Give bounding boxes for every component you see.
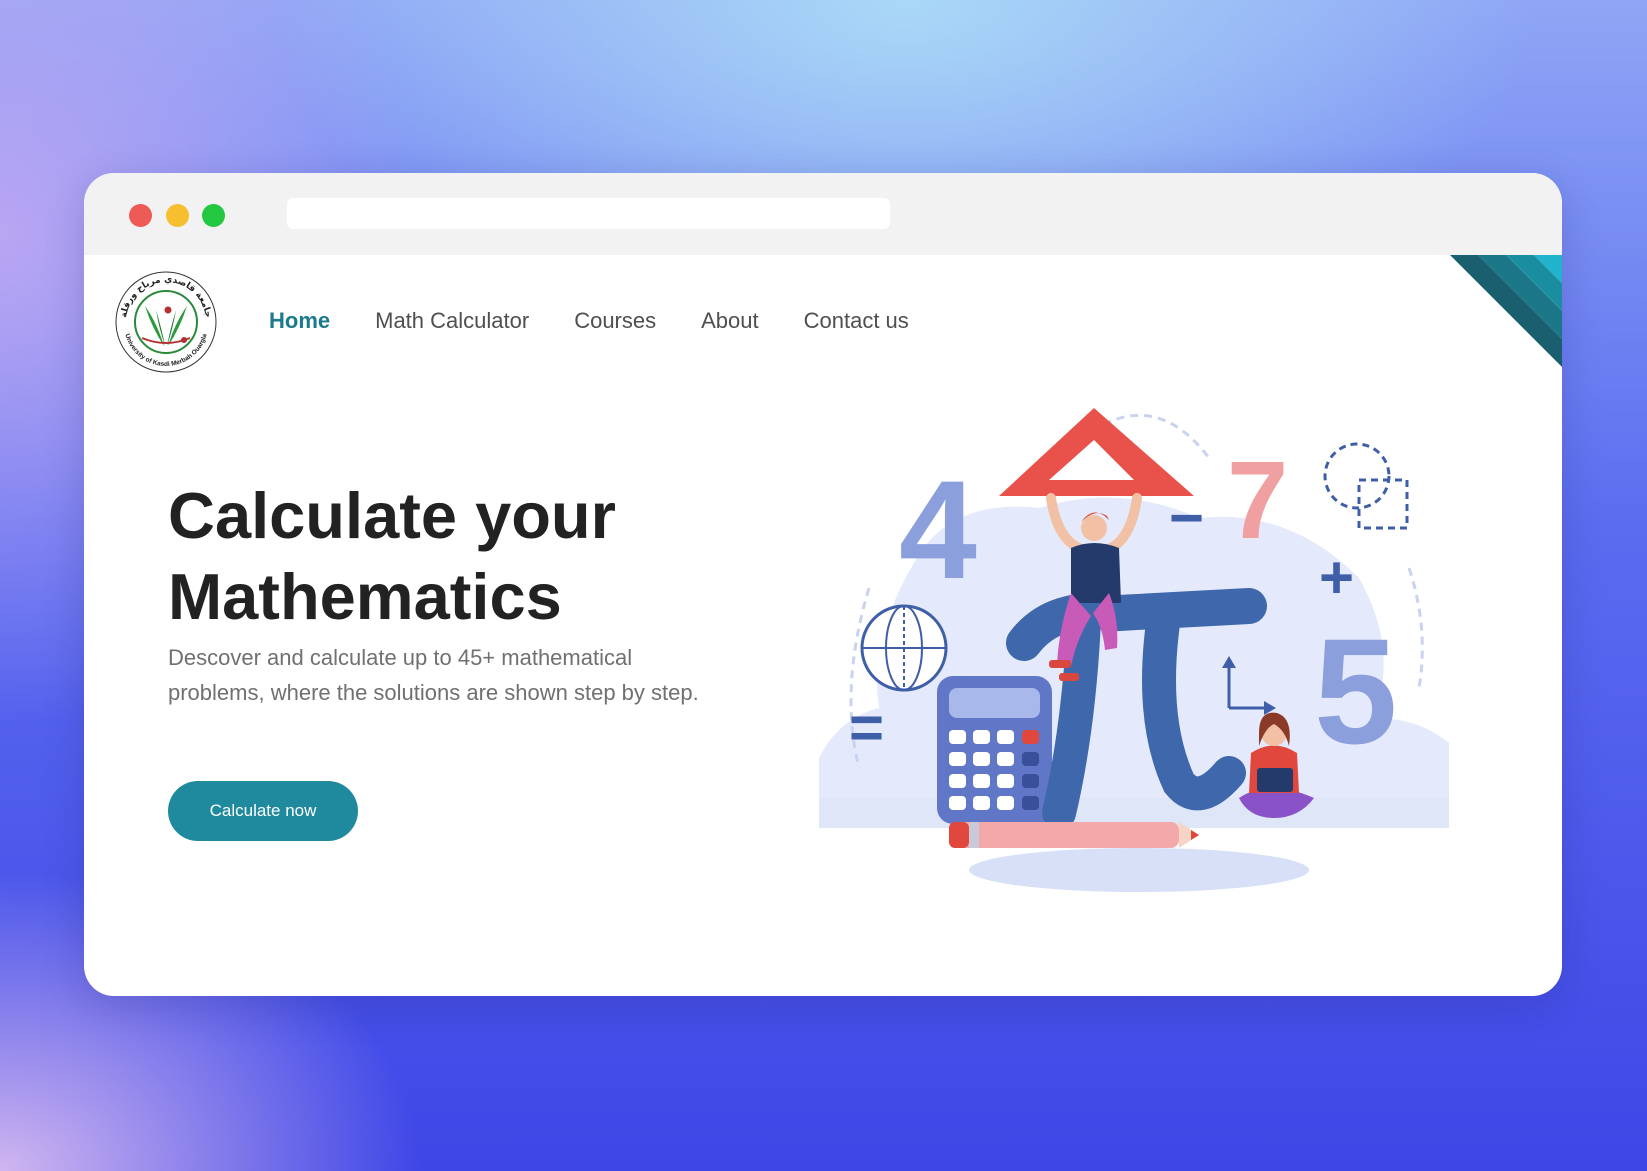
plus-symbol: + [1319, 544, 1354, 611]
number-five: 5 [1314, 607, 1397, 775]
main-nav: Home Math Calculator Courses About Conta… [269, 301, 954, 341]
nav-item-home[interactable]: Home [269, 308, 330, 334]
dashed-shapes-icon [1323, 442, 1409, 530]
math-illustration: 4 7 5 − + = [819, 408, 1449, 892]
close-window-button[interactable] [129, 204, 152, 227]
calculate-now-button[interactable]: Calculate now [168, 781, 358, 841]
nav-item-courses[interactable]: Courses [574, 308, 656, 334]
number-four: 4 [899, 451, 977, 608]
corner-stripes-decoration [1450, 255, 1562, 367]
nav-item-contact-us[interactable]: Contact us [804, 308, 909, 334]
equals-symbol: = [849, 694, 884, 761]
pencil-icon [949, 822, 1199, 848]
browser-titlebar [84, 173, 1562, 255]
nav-item-math-calculator[interactable]: Math Calculator [375, 308, 529, 334]
globe-icon [860, 604, 948, 692]
hero-title-line2: Mathematics [168, 560, 562, 633]
maximize-window-button[interactable] [202, 204, 225, 227]
nav-item-about[interactable]: About [701, 308, 759, 334]
minimize-window-button[interactable] [166, 204, 189, 227]
hero-title: Calculate your Mathematics [168, 475, 808, 637]
university-logo[interactable]: جامعة قاصدي مرباح ورقلة University of Ka… [112, 268, 220, 376]
dashed-arc [1407, 567, 1424, 689]
number-seven: 7 [1227, 439, 1288, 562]
hero-title-line1: Calculate your [168, 479, 616, 552]
browser-window: جامعة قاصدي مرباح ورقلة University of Ka… [84, 173, 1562, 996]
calculator-icon [937, 676, 1052, 824]
hero-description: Descover and calculate up to 45+ mathema… [168, 645, 699, 705]
address-bar[interactable] [287, 198, 890, 229]
floor-shadow [969, 848, 1309, 892]
